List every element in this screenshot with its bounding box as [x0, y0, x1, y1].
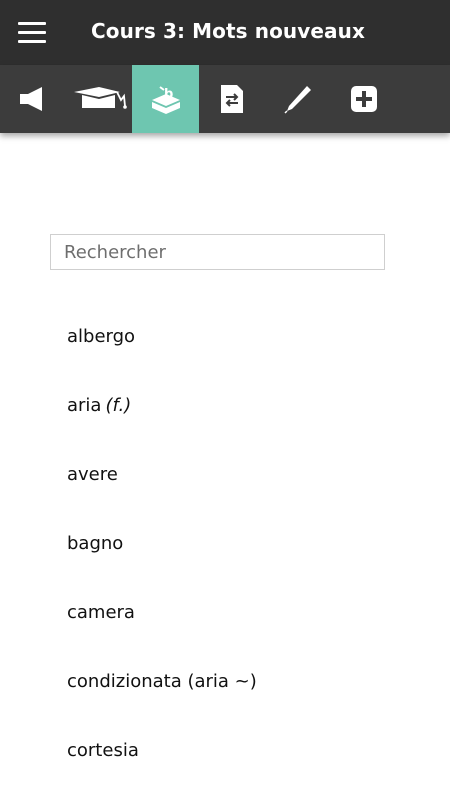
- word-text: camera: [67, 602, 135, 623]
- tab-writing[interactable]: [265, 65, 331, 133]
- list-item[interactable]: cortesia: [67, 734, 257, 803]
- menu-line: [18, 31, 46, 34]
- tab-vocabulary[interactable]: b: [132, 65, 199, 133]
- vocabulary-list: albergo aria (f.) avere bagno camera condizion…: [67, 320, 257, 803]
- search-input[interactable]: [50, 234, 385, 270]
- list-item[interactable]: aria (f.): [67, 389, 257, 458]
- lesson-toolbar: b: [0, 65, 450, 133]
- tab-audio[interactable]: [0, 65, 66, 133]
- pen-icon: [284, 86, 311, 114]
- add-icon: [351, 86, 377, 112]
- word-gender-note: (f.): [105, 395, 132, 416]
- graduation-cap-icon: [74, 87, 127, 109]
- speaker-icon: [20, 87, 42, 111]
- word-text: bagno: [67, 533, 124, 554]
- list-item[interactable]: condizionata (aria ~): [67, 665, 257, 734]
- tab-translation[interactable]: [199, 65, 265, 133]
- list-item[interactable]: avere: [67, 458, 257, 527]
- list-item[interactable]: albergo: [67, 320, 257, 389]
- tab-add[interactable]: [331, 65, 397, 133]
- tab-lesson[interactable]: [66, 65, 132, 133]
- word-text: cortesia: [67, 740, 139, 761]
- word-text: albergo: [67, 326, 136, 347]
- word-text: aria: [67, 395, 102, 416]
- menu-line: [18, 40, 46, 43]
- menu-line: [18, 22, 46, 25]
- word-text: avere: [67, 464, 118, 485]
- translate-document-icon: [221, 85, 243, 113]
- page-title: Cours 3: Mots nouveaux: [91, 19, 365, 43]
- app-header: Cours 3: Mots nouveaux: [0, 0, 450, 65]
- list-item[interactable]: camera: [67, 596, 257, 665]
- vocabulary-box-icon: b: [151, 86, 180, 114]
- svg-text:b: b: [164, 87, 173, 102]
- word-text: condizionata (aria ~): [67, 671, 257, 692]
- hamburger-menu-icon[interactable]: [18, 22, 46, 44]
- list-item[interactable]: bagno: [67, 527, 257, 596]
